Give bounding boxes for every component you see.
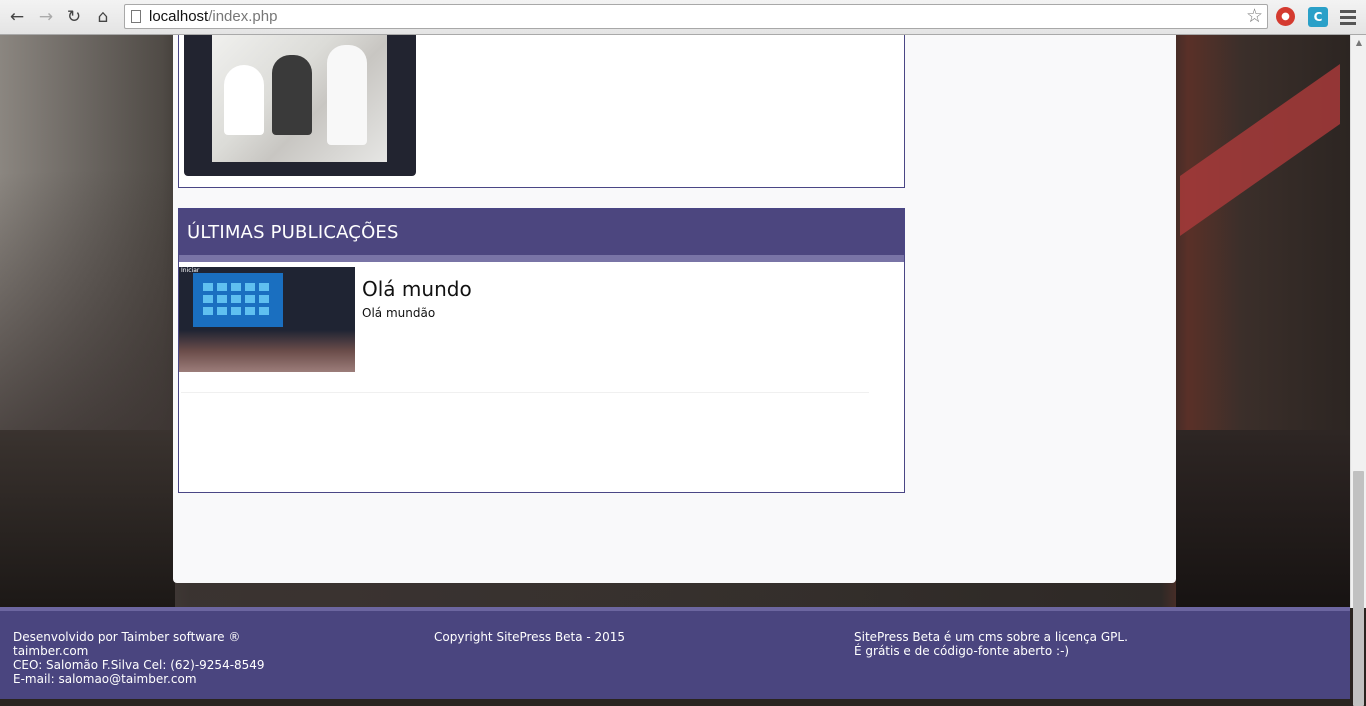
section-title: ÚLTIMAS PUBLICAÇÕES — [187, 222, 399, 243]
address-bar[interactable]: localhost/index.php ☆ — [124, 4, 1268, 29]
opensource-text: É grátis e de código-fonte aberto :-) — [854, 644, 1070, 658]
bookmark-star-icon[interactable]: ☆ — [1246, 5, 1263, 27]
main-container: ÚLTIMAS PUBLICAÇÕES Iniciar Olá mundo Ol… — [173, 35, 1176, 583]
home-icon[interactable]: ⌂ — [93, 7, 113, 27]
menu-icon[interactable] — [1340, 7, 1356, 27]
footer: Desenvolvido por Taimber software ® taim… — [0, 611, 1350, 699]
back-arrow-icon[interactable]: ← — [7, 7, 27, 27]
copyright-text: Copyright SitePress Beta - 2015 — [434, 630, 626, 644]
background-crowd-right — [1176, 430, 1350, 608]
scrollbar-thumb[interactable] — [1353, 471, 1364, 706]
footer-license: SitePress Beta é um cms sobre a licença … — [854, 630, 1128, 658]
latest-posts-box: ÚLTIMAS PUBLICAÇÕES Iniciar Olá mundo Ol… — [178, 208, 905, 493]
footer-email[interactable]: E-mail: salomao@taimber.com — [13, 672, 265, 686]
page-icon — [131, 10, 141, 23]
url-text: localhost/index.php — [149, 8, 278, 25]
page-scrollbar[interactable]: ▲ — [1350, 35, 1366, 706]
scroll-up-icon[interactable]: ▲ — [1351, 35, 1366, 51]
post-excerpt: Olá mundão — [362, 306, 436, 320]
license-text: SitePress Beta é um cms sobre a licença … — [854, 630, 1128, 644]
background-crowd-left — [0, 430, 175, 608]
post-thumbnail[interactable]: Iniciar — [179, 267, 355, 372]
reload-icon[interactable]: ↻ — [64, 7, 84, 27]
photo-frame — [184, 35, 416, 176]
adblock-extension-icon[interactable]: ● — [1276, 7, 1295, 26]
footer-site-link[interactable]: taimber.com — [13, 644, 265, 658]
footer-copyright: Copyright SitePress Beta - 2015 — [434, 630, 625, 644]
forward-arrow-icon[interactable]: → — [36, 7, 56, 27]
footer-credits: Desenvolvido por Taimber software ® taim… — [13, 630, 265, 686]
group-meeting-photo[interactable] — [212, 35, 387, 162]
browser-toolbar: ← → ↻ ⌂ localhost/index.php ☆ ● C — [0, 0, 1366, 35]
post-divider — [181, 392, 869, 393]
extension-icon[interactable]: C — [1308, 7, 1328, 27]
header-strip — [179, 255, 904, 262]
footer-ceo: CEO: Salomão F.Silva Cel: (62)-9254-8549 — [13, 658, 265, 672]
section-header: ÚLTIMAS PUBLICAÇÕES — [179, 209, 904, 255]
footer-developer: Desenvolvido por Taimber software ® — [13, 630, 241, 644]
featured-box — [178, 35, 905, 188]
post-title-link[interactable]: Olá mundo — [362, 277, 472, 301]
